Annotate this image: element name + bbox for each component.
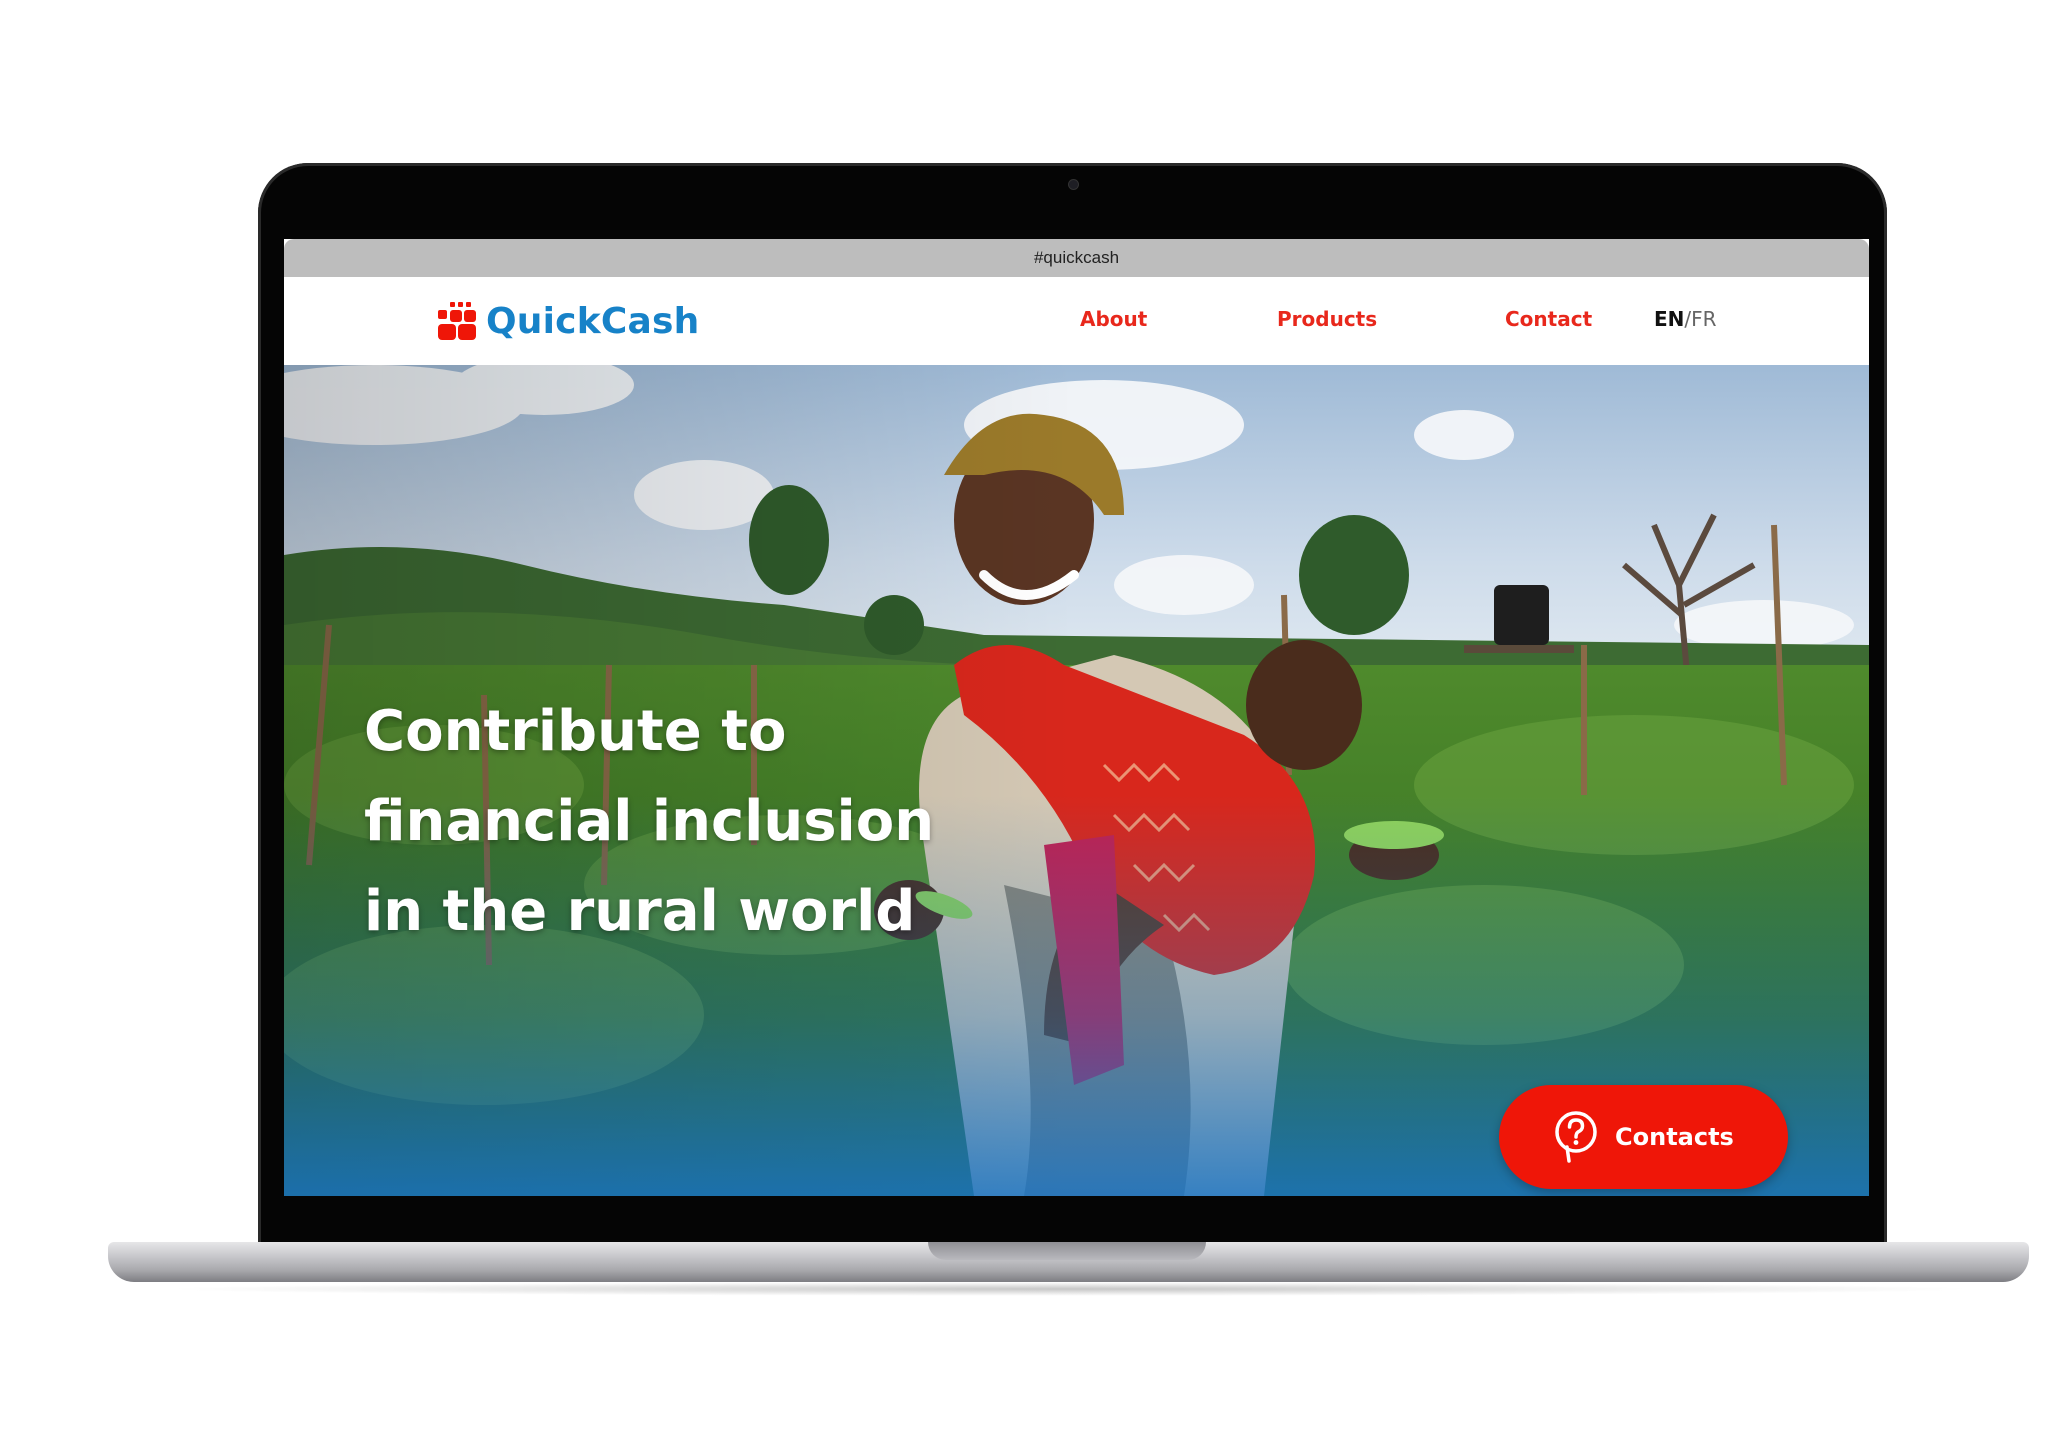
- contacts-button-label: Contacts: [1615, 1123, 1734, 1151]
- browser-address-bar[interactable]: #quickcash: [284, 239, 1869, 277]
- language-en[interactable]: EN: [1654, 307, 1684, 331]
- camera-icon: [1068, 180, 1078, 189]
- logo-text: QuickCash: [486, 300, 700, 342]
- language-switcher: EN/FR: [1654, 307, 1717, 331]
- laptop-screen: #quickcash QuickCash About Products Cont…: [284, 239, 1869, 1196]
- hero-headline-line-1: Contribute to: [364, 699, 787, 764]
- nav-products[interactable]: Products: [1277, 307, 1377, 331]
- hero-headline-line-3: in the rural world: [364, 879, 916, 944]
- site-header: QuickCash About Products Contact EN/FR: [284, 277, 1869, 365]
- contacts-button[interactable]: Contacts: [1499, 1085, 1788, 1189]
- hero-section: Contribute to financial inclusion in the…: [284, 365, 1869, 1196]
- laptop-base-notch: [928, 1242, 1206, 1260]
- question-bubble-icon: [1555, 1111, 1597, 1163]
- nav-contact[interactable]: Contact: [1505, 307, 1592, 331]
- laptop-shadow: [160, 1282, 1980, 1296]
- nav-about[interactable]: About: [1080, 307, 1147, 331]
- language-fr[interactable]: FR: [1691, 307, 1716, 331]
- browser-url: #quickcash: [1033, 248, 1120, 267]
- hero-headline: Contribute to financial inclusion in the…: [364, 687, 1064, 957]
- logo[interactable]: QuickCash: [436, 297, 699, 345]
- hero-headline-line-2: financial inclusion: [364, 789, 935, 854]
- logo-mark-icon: [438, 302, 476, 340]
